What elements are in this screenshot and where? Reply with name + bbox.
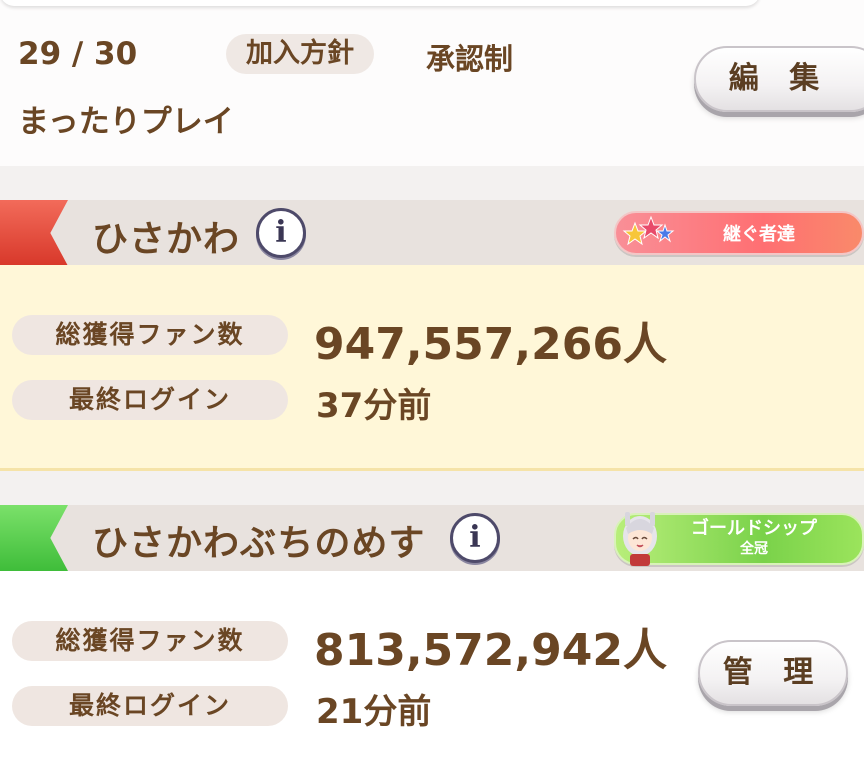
title-sub: 全冠 — [740, 541, 768, 557]
previous-panel-edge — [0, 0, 760, 6]
policy-value: 承認制 — [426, 42, 514, 76]
member-name: ひさかわぶちのめす — [92, 523, 426, 564]
info-icon[interactable]: i — [450, 513, 500, 563]
member-count: 29 / 30 — [18, 36, 138, 72]
stars-icon — [622, 215, 675, 246]
member-name: ひさかわ — [92, 219, 241, 260]
login-value: 21分前 — [316, 692, 432, 732]
login-label: 最終ログイン — [12, 380, 288, 420]
info-icon[interactable]: i — [256, 208, 306, 258]
fans-value: 947,557,266人 — [314, 319, 667, 370]
fans-label: 総獲得ファン数 — [12, 621, 288, 661]
play-style: まったりプレイ — [18, 104, 234, 140]
character-portrait-icon — [623, 512, 657, 566]
login-value: 37分前 — [316, 386, 432, 426]
manage-button[interactable]: 管 理 — [698, 640, 848, 706]
login-label: 最終ログイン — [12, 686, 288, 726]
fans-value: 813,572,942人 — [314, 625, 667, 676]
policy-label: 加入方針 — [226, 34, 374, 74]
edit-button[interactable]: 編 集 — [694, 46, 864, 112]
title-main: ゴールドシップ — [691, 518, 817, 539]
fans-label: 総獲得ファン数 — [12, 315, 288, 355]
